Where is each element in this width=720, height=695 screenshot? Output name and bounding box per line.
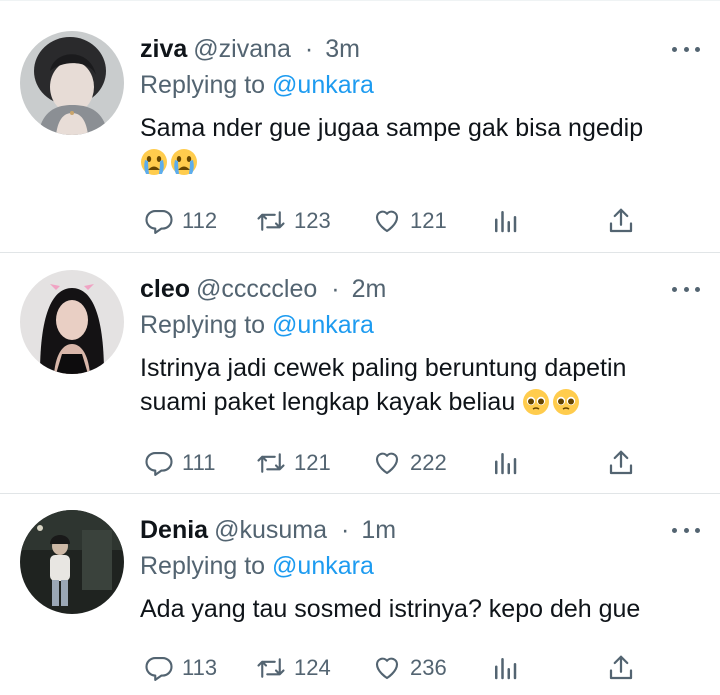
like-count: 121 xyxy=(410,208,447,233)
reply-icon xyxy=(145,451,173,476)
tweet[interactable]: Denia @kusuma · 1m Replying to @unkara A… xyxy=(0,493,720,695)
replying-to-link[interactable]: @unkara xyxy=(272,71,374,99)
replying-to-label: Replying to xyxy=(140,552,266,580)
user-handle[interactable]: @zivana xyxy=(193,33,291,65)
tweet[interactable]: ziva @zivana · 3m Replying to @unkara Sa… xyxy=(0,0,720,252)
tweet-text: Istrinya jadi cewek paling beruntung dap… xyxy=(140,351,700,419)
replying-to-link[interactable]: @unkara xyxy=(272,311,374,339)
share-icon xyxy=(609,208,633,233)
like-button[interactable]: 121 xyxy=(372,201,447,241)
share-icon xyxy=(609,655,633,680)
share-icon xyxy=(609,450,633,475)
separator-dot: · xyxy=(304,35,314,63)
tweet-text-line-1: Istrinya jadi cewek paling beruntung dap… xyxy=(140,354,627,382)
replying-to-label: Replying to xyxy=(140,71,266,99)
pleading-face-emoji xyxy=(522,388,550,416)
avatar[interactable] xyxy=(20,270,124,374)
reply-button[interactable]: 111 xyxy=(144,443,215,483)
replying-to-line: Replying to @unkara xyxy=(140,69,700,101)
retweet-icon xyxy=(257,211,285,231)
share-button[interactable] xyxy=(606,443,636,483)
tweet-text: Ada yang tau sosmed istrinya? kepo deh g… xyxy=(140,592,700,626)
more-options-icon[interactable] xyxy=(672,277,700,301)
tweet[interactable]: cleo @cccccleo · 2m Replying to @unkara … xyxy=(0,252,720,493)
reply-button[interactable]: 113 xyxy=(144,648,217,688)
heart-icon xyxy=(375,657,399,680)
share-button[interactable] xyxy=(606,648,636,688)
like-button[interactable]: 222 xyxy=(372,443,447,483)
timestamp[interactable]: 3m xyxy=(325,33,360,65)
user-handle[interactable]: @kusuma xyxy=(214,514,327,546)
reply-count: 112 xyxy=(182,208,218,233)
tweet-actions: 112 123 121 xyxy=(140,201,640,241)
avatar[interactable] xyxy=(20,510,124,614)
display-name[interactable]: ziva xyxy=(140,33,187,65)
pleading-face-emoji xyxy=(552,388,580,416)
analytics-button[interactable] xyxy=(490,443,520,483)
reply-icon xyxy=(145,656,173,681)
retweet-count: 123 xyxy=(294,208,331,233)
crying-face-emoji xyxy=(170,148,198,176)
reply-count: 113 xyxy=(182,655,218,680)
more-options-icon[interactable] xyxy=(672,518,700,542)
tweet-text: Sama nder gue jugaa sampe gak bisa ngedi… xyxy=(140,111,700,179)
replying-to-label: Replying to xyxy=(140,311,266,339)
like-button[interactable]: 236 xyxy=(372,648,447,688)
analytics-bar-icon xyxy=(495,453,517,475)
tweet-actions: 113 124 236 xyxy=(140,648,640,688)
user-handle[interactable]: @cccccleo xyxy=(196,273,317,305)
tweet-text-body: Ada yang tau sosmed istrinya? kepo deh g… xyxy=(140,595,641,623)
analytics-button[interactable] xyxy=(490,648,520,688)
more-options-icon[interactable] xyxy=(672,37,700,61)
timestamp[interactable]: 2m xyxy=(352,273,387,305)
replying-to-line: Replying to @unkara xyxy=(140,309,700,341)
analytics-button[interactable] xyxy=(490,201,520,241)
like-count: 236 xyxy=(410,655,447,680)
retweet-icon xyxy=(257,658,285,678)
tweet-text-body: Sama nder gue jugaa sampe gak bisa ngedi… xyxy=(140,114,644,142)
retweet-button[interactable]: 123 xyxy=(256,201,331,241)
tweet-text-line-2: suami paket lengkap kayak beliau xyxy=(140,388,516,416)
replies-feed: ziva @zivana · 3m Replying to @unkara Sa… xyxy=(0,0,720,694)
share-button[interactable] xyxy=(606,201,636,241)
analytics-bar-icon xyxy=(495,211,517,233)
like-count: 222 xyxy=(410,450,447,475)
retweet-button[interactable]: 124 xyxy=(256,648,331,688)
display-name[interactable]: Denia xyxy=(140,514,208,546)
reply-icon xyxy=(145,209,173,234)
retweet-icon xyxy=(257,453,285,473)
retweet-button[interactable]: 121 xyxy=(256,443,331,483)
replying-to-link[interactable]: @unkara xyxy=(272,552,374,580)
heart-icon xyxy=(375,210,399,233)
reply-button[interactable]: 112 xyxy=(144,201,217,241)
crying-face-emoji xyxy=(140,148,168,176)
retweet-count: 124 xyxy=(294,655,331,680)
analytics-bar-icon xyxy=(495,658,517,680)
display-name[interactable]: cleo xyxy=(140,273,190,305)
timestamp[interactable]: 1m xyxy=(361,514,396,546)
separator-dot: · xyxy=(341,516,350,544)
avatar[interactable] xyxy=(20,31,124,135)
replying-to-line: Replying to @unkara xyxy=(140,550,700,582)
tweet-actions: 111 121 222 xyxy=(140,443,640,483)
separator-dot: · xyxy=(331,275,340,303)
reply-count: 111 xyxy=(182,450,216,475)
retweet-count: 121 xyxy=(294,450,331,475)
heart-icon xyxy=(375,452,399,475)
